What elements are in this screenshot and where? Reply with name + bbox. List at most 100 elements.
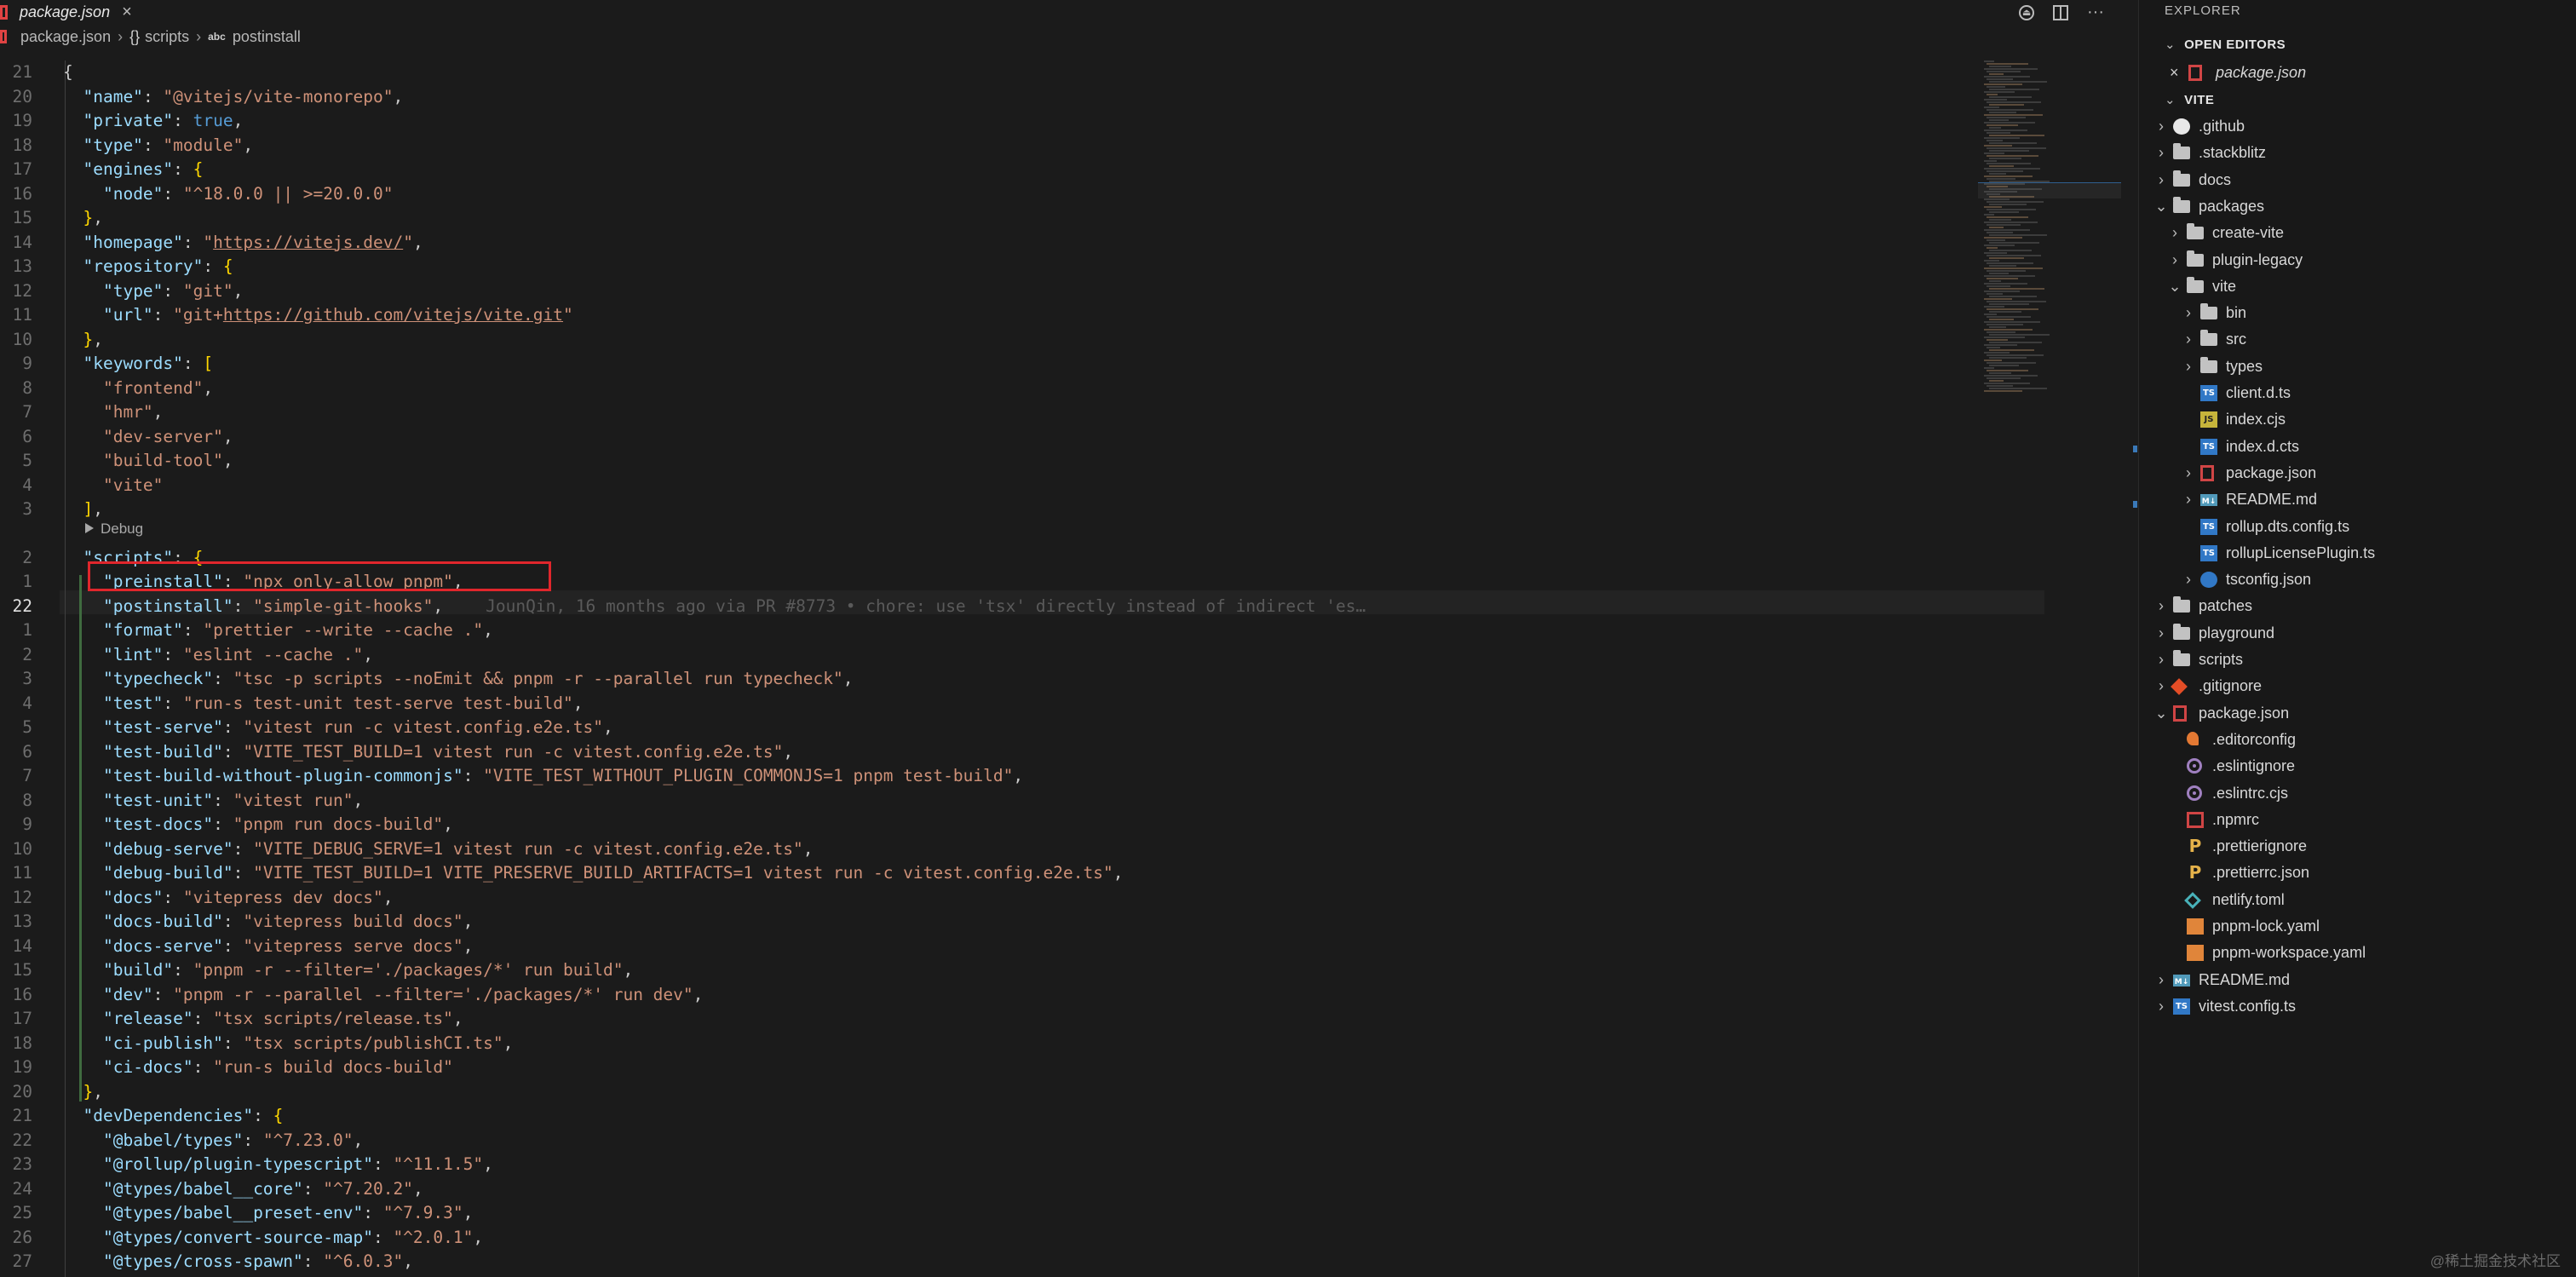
code-line[interactable]: 9 "test-docs": "pnpm run docs-build", [0, 813, 2044, 837]
tree-item[interactable]: › TS vitest.config.ts [2139, 993, 2576, 1020]
chevron-right-icon[interactable]: › [2182, 486, 2195, 513]
chevron-right-icon[interactable]: › [2182, 567, 2195, 593]
chevron-right-icon[interactable]: › [2154, 593, 2168, 619]
code-line[interactable]: 7 "hmr", [0, 400, 2044, 425]
tree-item[interactable]: › package.json [2139, 460, 2576, 486]
chevron-right-icon[interactable]: › [2154, 647, 2168, 673]
code-line[interactable]: 10 }, [0, 328, 2044, 353]
chevron-down-icon[interactable]: ⌄ [2168, 273, 2182, 300]
chevron-right-icon[interactable]: › [2182, 300, 2195, 326]
code-line[interactable]: 17 "engines": { [0, 158, 2044, 182]
code-line[interactable]: 17 "release": "tsx scripts/release.ts", [0, 1007, 2044, 1032]
code-line[interactable]: 6 "dev-server", [0, 425, 2044, 450]
code-line[interactable]: 7 "test-build-without-plugin-commonjs": … [0, 764, 2044, 789]
chevron-right-icon[interactable]: › [2168, 220, 2182, 246]
code-line[interactable]: 14 "homepage": "https://vitejs.dev/", [0, 231, 2044, 256]
vertical-scrollbar[interactable] [2128, 60, 2138, 1277]
tree-item[interactable]: pnpm-lock.yaml [2139, 913, 2576, 940]
chevron-right-icon[interactable]: › [2182, 354, 2195, 380]
code-line[interactable]: 21 "devDependencies": { [0, 1104, 2044, 1129]
code-line[interactable]: 19 "private": true, [0, 109, 2044, 134]
code-line[interactable]: 10 "debug-serve": "VITE_DEBUG_SERVE=1 vi… [0, 837, 2044, 862]
chevron-right-icon[interactable]: › [2154, 113, 2168, 140]
code-line[interactable]: 22 "@babel/types": "^7.23.0", [0, 1129, 2044, 1153]
more-actions-icon[interactable]: ··· [2087, 3, 2104, 22]
open-editors-header[interactable]: ⌄ OPEN EDITORS [2165, 37, 2286, 52]
tree-item[interactable]: › M↓ README.md [2139, 486, 2576, 513]
tree-item[interactable]: › patches [2139, 593, 2576, 619]
code-line[interactable]: 18 "ci-publish": "tsx scripts/publishCI.… [0, 1032, 2044, 1056]
tree-item[interactable]: ⌄ packages [2139, 193, 2576, 220]
tree-item[interactable]: › scripts [2139, 647, 2576, 673]
code-line[interactable]: 13 "docs-build": "vitepress build docs", [0, 910, 2044, 935]
code-line[interactable]: 9 "keywords": [ [0, 352, 2044, 377]
code-line[interactable]: 12 "docs": "vitepress dev docs", [0, 886, 2044, 911]
code-line[interactable]: 5 "test-serve": "vitest run -c vitest.co… [0, 716, 2044, 740]
tree-item[interactable]: TS index.d.cts [2139, 434, 2576, 460]
tree-item[interactable]: › .gitignore [2139, 673, 2576, 699]
tree-item[interactable]: › docs [2139, 167, 2576, 193]
tree-item[interactable]: TS rollupLicensePlugin.ts [2139, 540, 2576, 567]
tree-item[interactable]: .editorconfig [2139, 727, 2576, 753]
tree-item[interactable]: TS client.d.ts [2139, 380, 2576, 406]
tree-item[interactable]: ⌄ vite [2139, 273, 2576, 300]
minimap-slider[interactable] [1978, 182, 2121, 198]
tree-item[interactable]: netlify.toml [2139, 887, 2576, 913]
open-editor-item[interactable]: × package.json [2139, 60, 2576, 86]
breadcrumb-section[interactable]: scripts [145, 28, 189, 46]
split-editor-icon[interactable] [2053, 4, 2069, 20]
tree-item[interactable]: › bin [2139, 300, 2576, 326]
tree-item[interactable]: › plugin-legacy [2139, 247, 2576, 273]
vite-root-header[interactable]: ⌄ VITE [2165, 92, 2214, 107]
debug-codelens[interactable]: Debug [85, 521, 143, 538]
code-line[interactable]: 15 }, [0, 206, 2044, 231]
code-line[interactable]: 23 "@rollup/plugin-typescript": "^11.1.5… [0, 1153, 2044, 1177]
code-line[interactable]: 22 "postinstall": "simple-git-hooks", Jou… [0, 595, 2044, 619]
chevron-right-icon[interactable]: › [2154, 140, 2168, 166]
close-icon[interactable]: × [122, 3, 132, 22]
tree-item[interactable]: ⌄ package.json [2139, 700, 2576, 727]
code-line[interactable]: 3 ], [0, 498, 2044, 522]
code-line[interactable]: 6 "test-build": "VITE_TEST_BUILD=1 vites… [0, 740, 2044, 765]
code-line[interactable]: 16 "dev": "pnpm -r --parallel --filter='… [0, 983, 2044, 1008]
source-control-icon[interactable]: ⏏ [2019, 4, 2035, 20]
tree-item[interactable]: › playground [2139, 620, 2576, 647]
code-line[interactable]: 25 "@types/babel__preset-env": "^7.9.3", [0, 1201, 2044, 1226]
code-line[interactable]: 12 "type": "git", [0, 279, 2044, 304]
tree-item[interactable]: › tsconfig.json [2139, 567, 2576, 593]
code-line[interactable]: 20 }, [0, 1080, 2044, 1105]
code-line[interactable]: 4 "vite" [0, 474, 2044, 498]
breadcrumb-file[interactable]: package.json [20, 28, 111, 46]
tree-item[interactable]: JS index.cjs [2139, 406, 2576, 433]
code-line[interactable]: 5 "build-tool", [0, 449, 2044, 474]
chevron-right-icon[interactable]: › [2154, 967, 2168, 993]
tree-item[interactable]: › .stackblitz [2139, 140, 2576, 166]
chevron-right-icon[interactable]: › [2182, 326, 2195, 353]
code-line[interactable]: 11 "debug-build": "VITE_TEST_BUILD=1 VIT… [0, 861, 2044, 886]
chevron-right-icon[interactable]: › [2154, 620, 2168, 647]
code-line[interactable]: 13 "repository": { [0, 255, 2044, 279]
code-line[interactable]: 8 "frontend", [0, 377, 2044, 401]
tab-package-json[interactable]: package.json × [0, 0, 132, 25]
tree-item[interactable]: .eslintrc.cjs [2139, 780, 2576, 807]
chevron-down-icon[interactable]: ⌄ [2154, 700, 2168, 727]
code-line[interactable]: 3 "typecheck": "tsc -p scripts --noEmit … [0, 667, 2044, 692]
tree-item[interactable]: pnpm-workspace.yaml [2139, 940, 2576, 966]
chevron-right-icon[interactable]: › [2154, 993, 2168, 1020]
tree-item[interactable]: › .github [2139, 113, 2576, 140]
code-line[interactable]: 4 "test": "run-s test-unit test-serve te… [0, 692, 2044, 716]
code-line[interactable]: 26 "@types/convert-source-map": "^2.0.1"… [0, 1226, 2044, 1251]
code-line[interactable]: 2 "lint": "eslint --cache .", [0, 643, 2044, 668]
tree-item[interactable]: › create-vite [2139, 220, 2576, 246]
tree-item[interactable]: .eslintignore [2139, 753, 2576, 779]
minimap[interactable] [1981, 60, 2121, 401]
breadcrumb-symbol[interactable]: postinstall [233, 28, 301, 46]
chevron-right-icon[interactable]: › [2154, 167, 2168, 193]
code-line[interactable]: 24 "@types/babel__core": "^7.20.2", [0, 1177, 2044, 1202]
code-line[interactable]: 14 "docs-serve": "vitepress serve docs", [0, 935, 2044, 959]
editor-pane[interactable]: package.json × ⏏ ··· package.json › {} s… [0, 0, 2138, 1277]
code-line[interactable]: 11 "url": "git+https://github.com/vitejs… [0, 303, 2044, 328]
chevron-down-icon[interactable]: ⌄ [2154, 193, 2168, 220]
code-line[interactable]: 16 "node": "^18.0.0 || >=20.0.0" [0, 182, 2044, 207]
code-line[interactable]: 21 { [0, 60, 2044, 85]
